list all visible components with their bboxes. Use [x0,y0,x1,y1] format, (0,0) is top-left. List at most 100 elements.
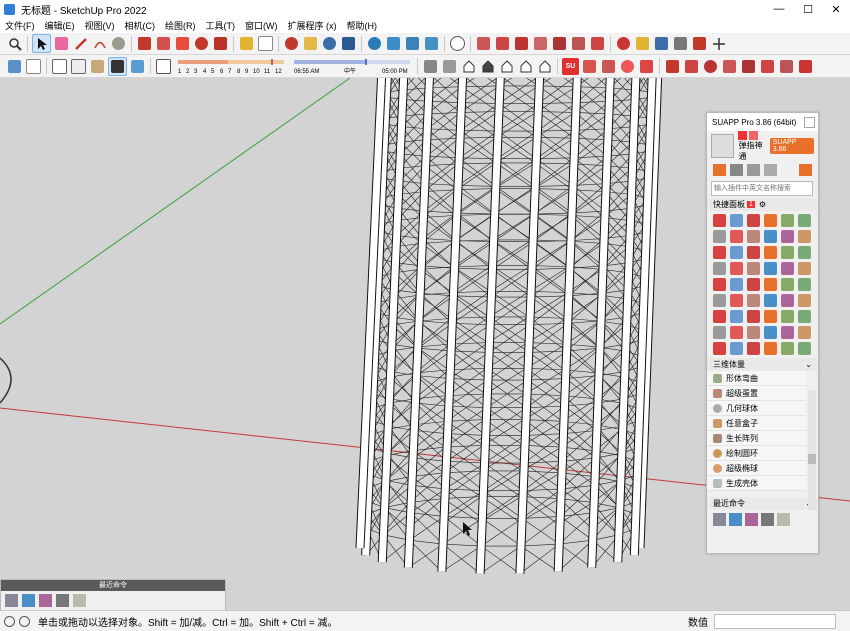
layout-icon[interactable] [513,35,530,52]
menu-file[interactable]: 文件(F) [0,19,40,32]
quick-tool-icon[interactable] [764,262,777,275]
section-plane-icon[interactable] [691,35,708,52]
quick-tool-icon[interactable] [747,214,760,227]
rotate-icon[interactable] [193,35,210,52]
toggle-h-icon[interactable] [797,58,814,75]
circle-shape-icon[interactable] [110,35,127,52]
quick-tool-icon[interactable] [798,214,811,227]
chevron-down-icon[interactable]: ⌄ [805,360,812,369]
quick-tool-icon[interactable] [781,214,794,227]
quick-tool-icon[interactable] [781,262,794,275]
front-view-icon[interactable] [479,58,496,75]
recent-float-e-icon[interactable] [73,594,86,607]
menu-tools[interactable]: 工具(T) [201,19,241,32]
quick-tool-icon[interactable] [730,278,743,291]
monochrome-icon[interactable] [129,58,146,75]
suapp-icon[interactable]: SU [562,57,579,75]
shaded-texture-icon[interactable] [108,56,127,76]
toggle-a-icon[interactable] [664,58,681,75]
quick-panel-header[interactable]: 快捷面板 1 ⚙ [707,198,818,211]
quick-tool-icon[interactable] [764,326,777,339]
minimize-button[interactable]: — [765,0,793,18]
back-edges-icon[interactable] [25,58,42,75]
quick-tool-icon[interactable] [764,342,777,355]
quick-tool-icon[interactable] [747,294,760,307]
box-icon[interactable] [730,164,743,176]
orbit-icon[interactable] [283,35,300,52]
toggle-c-icon[interactable] [702,58,719,75]
quick-tool-icon[interactable] [747,342,760,355]
follow-me-icon[interactable] [155,35,172,52]
search-icon[interactable] [764,164,777,176]
quick-tool-icon[interactable] [730,262,743,275]
tape-measure-icon[interactable] [238,35,255,52]
recent-cmd-b-icon[interactable] [729,513,742,526]
back-view-icon[interactable] [517,58,534,75]
layer-c-icon[interactable] [619,58,636,75]
recent-cmd-e-icon[interactable] [777,513,790,526]
quick-tool-icon[interactable] [747,230,760,243]
quick-tool-icon[interactable] [713,310,726,323]
recent-cmd-a-icon[interactable] [713,513,726,526]
xray-icon[interactable] [6,58,23,75]
shadows-toggle-icon[interactable] [155,58,172,75]
left-view-icon[interactable] [536,58,553,75]
layer-a-icon[interactable] [581,58,598,75]
suapp-version-badge[interactable]: SUAPP 3.86 [769,138,814,154]
plugin-item[interactable]: 任意盒子 [707,416,806,431]
push-pull-icon[interactable] [136,35,153,52]
plugin-item[interactable]: 超级蛋置 [707,386,806,401]
gear-icon[interactable]: ⚙ [759,200,766,209]
quick-tool-icon[interactable] [764,214,777,227]
right-view-icon[interactable] [498,58,515,75]
menu-draw[interactable]: 绘图(R) [160,19,201,32]
quick-tool-icon[interactable] [730,214,743,227]
quick-tool-icon[interactable] [781,310,794,323]
quick-tool-icon[interactable] [781,342,794,355]
maximize-button[interactable]: ☐ [794,0,822,18]
zoom-window-icon[interactable] [6,35,23,52]
extension-warehouse-icon[interactable] [494,35,511,52]
quick-tool-icon[interactable] [730,310,743,323]
quick-tool-icon[interactable] [781,294,794,307]
panel-close-icon[interactable] [804,116,815,128]
home-view-icon[interactable] [460,58,477,75]
recent-commands-header[interactable]: 最近命令 ⌄ [707,497,818,510]
quick-tool-icon[interactable] [798,326,811,339]
tapered-tower-model[interactable] [355,78,663,574]
quick-tool-icon[interactable] [713,230,726,243]
intersect-icon[interactable] [615,35,632,52]
quick-tool-icon[interactable] [713,214,726,227]
quick-tool-icon[interactable] [713,278,726,291]
menu-edit[interactable]: 编辑(E) [40,19,80,32]
solid-tools-icon[interactable] [589,35,606,52]
wireframe-icon[interactable] [51,58,68,75]
quick-tool-icon[interactable] [781,230,794,243]
select-arrow-icon[interactable] [32,34,51,53]
quick-tool-icon[interactable] [781,278,794,291]
quick-tool-icon[interactable] [764,310,777,323]
move-icon[interactable] [174,35,191,52]
quick-tool-icon[interactable] [798,278,811,291]
geo-location-icon[interactable] [4,615,15,627]
quick-tool-icon[interactable] [713,294,726,307]
toggle-e-icon[interactable] [740,58,757,75]
quick-tool-icon[interactable] [764,278,777,291]
quick-tool-icon[interactable] [730,230,743,243]
top-view-icon[interactable] [441,58,458,75]
toggle-d-icon[interactable] [721,58,738,75]
close-button[interactable]: ✕ [822,0,850,18]
warehouse-icon[interactable] [475,35,492,52]
toggle-f-icon[interactable] [759,58,776,75]
pan-icon[interactable] [302,35,319,52]
time-scale-bar[interactable]: 06:55 AM 中午 05:00 PM [292,57,414,75]
quick-tool-icon[interactable] [798,310,811,323]
quick-tool-icon[interactable] [798,342,811,355]
category-header[interactable]: 三维体量 ⌄ [707,358,818,371]
recent-cmd-c-icon[interactable] [745,513,758,526]
text-icon[interactable] [257,35,274,52]
sandbox-a-icon[interactable] [385,35,402,52]
group-icon[interactable] [570,35,587,52]
move-arrows-icon[interactable] [710,35,727,52]
credits-icon[interactable] [19,615,30,627]
